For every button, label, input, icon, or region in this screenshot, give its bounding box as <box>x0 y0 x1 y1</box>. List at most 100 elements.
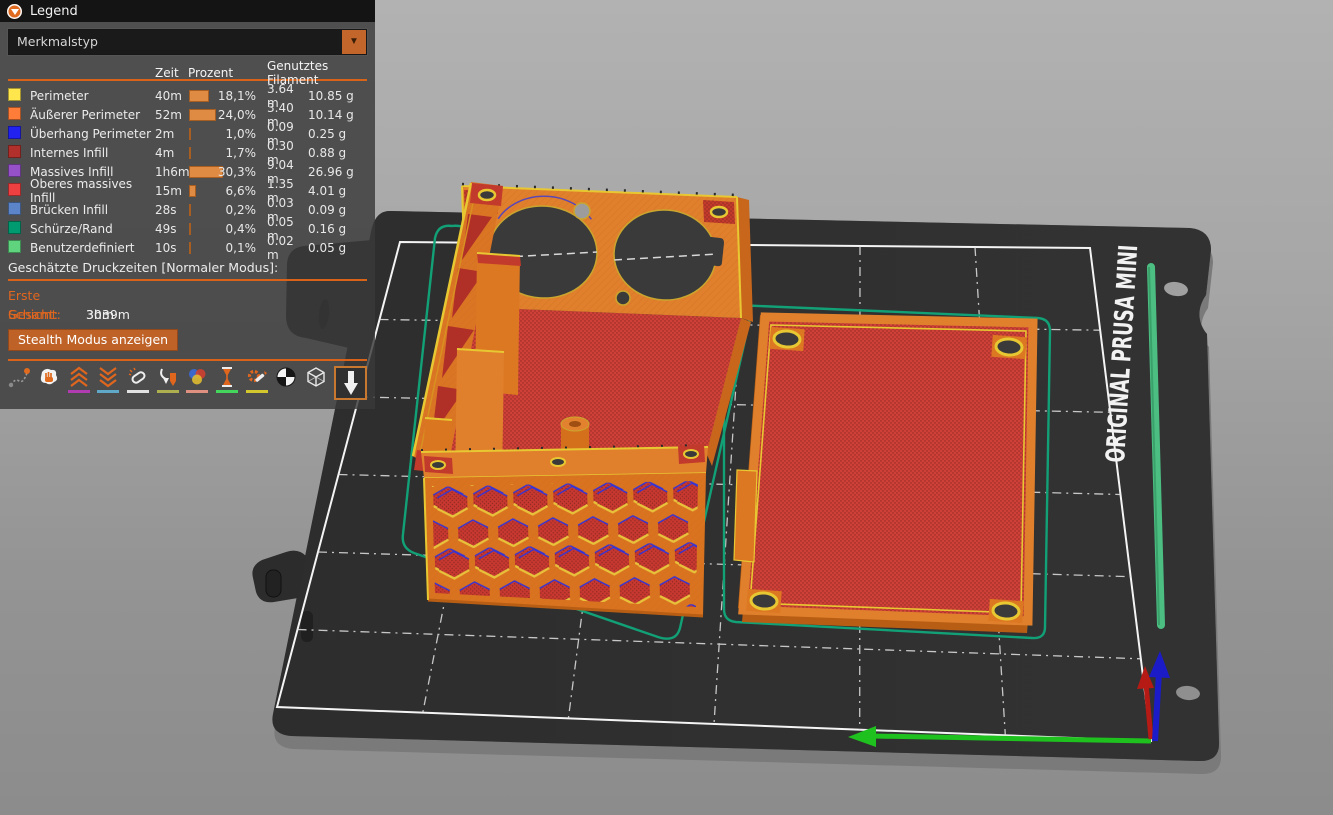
feature-weight: 0.25 g <box>302 127 367 141</box>
feature-color-swatch <box>8 88 21 101</box>
retractions-icon[interactable] <box>67 366 90 393</box>
header-time: Zeit <box>155 66 188 80</box>
retractions-underline <box>68 390 90 393</box>
legend-collapse-icon[interactable] <box>7 4 22 19</box>
feature-percent-cell: 0,2% <box>188 201 258 220</box>
axis-z <box>1155 672 1159 741</box>
feature-percent: 0,4% <box>226 222 257 236</box>
total-time-label: Gesamt: <box>8 305 82 324</box>
feature-percent-cell: 6,6% <box>188 182 258 201</box>
feature-percent-cell: 1,0% <box>188 125 258 144</box>
wipe-moves-icon[interactable] <box>38 366 61 388</box>
feature-percent: 24,0% <box>218 108 256 122</box>
feature-color-swatch <box>8 183 21 196</box>
seams-icon[interactable] <box>127 366 150 393</box>
deretractions-icon[interactable] <box>97 366 120 393</box>
feature-percent-cell: 0,4% <box>188 220 258 239</box>
tool-changes-icon[interactable] <box>156 366 179 393</box>
feature-percent-cell: 24,0% <box>188 106 258 125</box>
feature-time: 15m <box>155 184 188 198</box>
percent-bar <box>189 223 191 235</box>
legend-body: Merkmalstyp ▼ Zeit Prozent Genutztes Fil… <box>0 22 375 409</box>
custom-gcode-underline <box>246 390 268 393</box>
feature-percent: 1,0% <box>226 127 257 141</box>
custom-gcode-icon[interactable] <box>245 366 268 393</box>
printed-object-lid <box>734 315 1033 633</box>
feature-color-swatch <box>8 107 21 120</box>
feature-name: Benutzerdefiniert <box>30 241 155 255</box>
feature-percent: 30,3% <box>218 165 256 179</box>
small-hole-top <box>574 203 590 219</box>
feature-weight: 10.14 g <box>302 108 367 122</box>
feature-name: Oberes massives Infill <box>30 177 155 205</box>
total-time-value: 3h39m <box>86 307 130 322</box>
feature-weight: 0.16 g <box>302 222 367 236</box>
feature-weight: 0.05 g <box>302 241 367 255</box>
feature-percent: 18,1% <box>218 89 256 103</box>
dropdown-arrow-button[interactable]: ▼ <box>342 30 366 54</box>
feature-time: 49s <box>155 222 188 236</box>
feature-time: 2m <box>155 127 188 141</box>
feature-percent-cell: 18,1% <box>188 87 258 106</box>
view-options-toolbar <box>8 361 367 405</box>
feature-percent: 0,2% <box>226 203 257 217</box>
feature-name: Überhang Perimeter <box>30 127 155 141</box>
feature-color-swatch <box>8 145 21 158</box>
view-type-value[interactable]: Merkmalstyp <box>9 30 342 54</box>
stealth-mode-button[interactable]: Stealth Modus anzeigen <box>8 329 178 351</box>
feature-percent-cell: 0,1% <box>188 239 258 258</box>
feature-percent-cell: 30,3% <box>188 163 258 182</box>
feature-color-swatch <box>8 164 21 177</box>
deretractions-underline <box>97 390 119 393</box>
feature-weight: 10.85 g <box>302 89 367 103</box>
feature-name: Perimeter <box>30 89 155 103</box>
bed-pin-left2 <box>301 611 313 642</box>
feature-weight: 0.09 g <box>302 203 367 217</box>
color-changes-icon[interactable] <box>186 366 209 393</box>
lid-side-tab <box>734 470 757 562</box>
bed-pin-left <box>266 570 281 597</box>
percent-bar <box>189 185 196 197</box>
feature-name: Internes Infill <box>30 146 155 160</box>
feature-color-swatch <box>8 202 21 215</box>
percent-bar <box>189 128 191 140</box>
feature-time: 4m <box>155 146 188 160</box>
feature-weight: 0.88 g <box>302 146 367 160</box>
feature-percent: 0,1% <box>226 241 257 255</box>
percent-bar <box>189 204 191 216</box>
feature-time: 40m <box>155 89 188 103</box>
percent-bar <box>189 90 209 102</box>
legend-table-header: Zeit Prozent Genutztes Filament <box>8 59 367 78</box>
feature-time: 52m <box>155 108 188 122</box>
feature-percent-cell: 1,7% <box>188 144 258 163</box>
feature-percent: 6,6% <box>226 184 257 198</box>
printed-object-enclosure <box>412 182 753 616</box>
feature-color-swatch <box>8 240 21 253</box>
feature-percent: 1,7% <box>226 146 257 160</box>
color-changes-underline <box>186 390 208 393</box>
feature-name: Schürze/Rand <box>30 222 155 236</box>
percent-bar <box>189 109 216 121</box>
pause-prints-icon[interactable] <box>216 366 239 393</box>
header-percent: Prozent <box>188 66 258 80</box>
feature-color-swatch <box>8 126 21 139</box>
feature-length: 0.02 m <box>258 234 302 262</box>
percent-bar <box>189 242 191 254</box>
pause-prints-underline <box>216 390 238 393</box>
legend-panel: Legend Merkmalstyp ▼ Zeit Prozent Genutz… <box>0 0 375 409</box>
shells-icon[interactable] <box>305 366 328 388</box>
center-of-gravity-icon[interactable] <box>275 366 298 388</box>
feature-weight: 26.96 g <box>302 165 367 179</box>
view-type-dropdown[interactable]: Merkmalstyp ▼ <box>8 29 367 55</box>
legend-rows: Perimeter 40m 18,1% 3.64 m 10.85 g Äußer… <box>8 82 367 253</box>
feature-time: 10s <box>155 241 188 255</box>
tool-marker-icon[interactable] <box>334 366 367 400</box>
honeycomb-face <box>424 473 706 616</box>
feature-time: 1h6m <box>155 165 188 179</box>
travel-moves-icon[interactable] <box>8 366 31 388</box>
small-hole-mid <box>616 291 630 305</box>
print-times-heading: Geschätzte Druckzeiten [Normaler Modus]: <box>8 260 367 275</box>
feature-color-swatch <box>8 221 21 234</box>
feature-weight: 4.01 g <box>302 184 367 198</box>
tool-changes-underline <box>157 390 179 393</box>
